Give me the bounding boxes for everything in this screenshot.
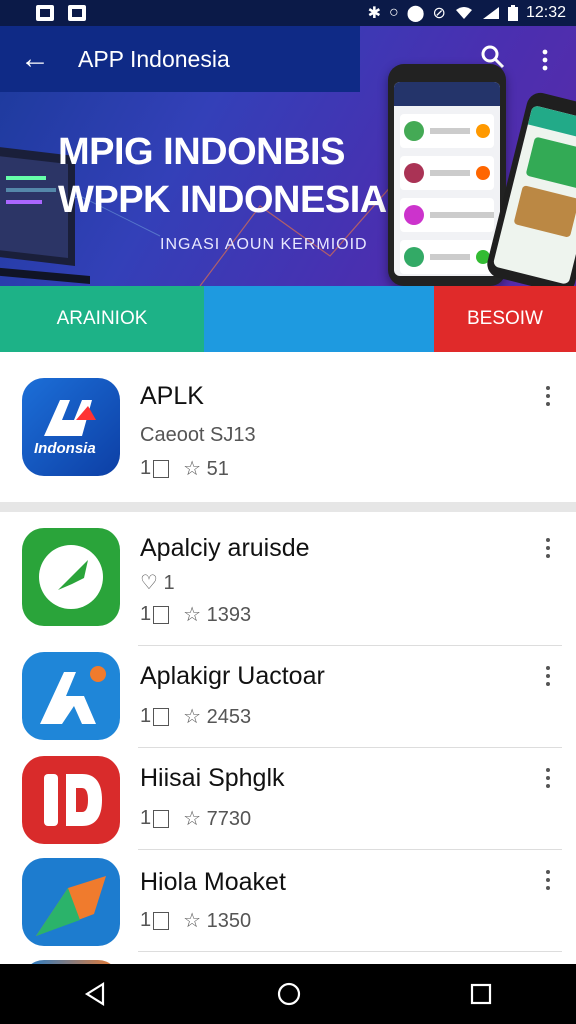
app-extra: ♡ 1 [140,570,175,595]
list-item-partial[interactable] [0,952,576,964]
bluetooth-icon: ✱ [367,5,381,22]
tab-1[interactable]: ARAINIOK [0,286,204,352]
more-options-icon[interactable] [544,870,552,892]
tab-2[interactable] [204,286,434,352]
hero-banner: ← APP Indonesia MPIG INDONBIS WPPK INDON… [0,26,576,286]
category-tabs: ARAINIOK BESOIW [0,286,576,352]
list-item[interactable]: Hiisai Sphglk 1 ☆ 7730 [0,748,576,850]
download-count-text: 1 [140,909,152,931]
download-count-text: 1 [140,705,152,727]
section-divider [0,502,576,512]
app-extra-value: 1 [163,572,175,594]
app-title: Hiola Moaket [140,868,286,896]
featured-app-subtitle: Caeoot SJ13 [140,424,256,446]
recents-square-icon[interactable] [469,982,493,1006]
list-item[interactable]: Aplakigr Uactoar 1 ☆ 2453 [0,646,576,748]
app-stats: 1 ☆ 2453 [140,704,251,729]
more-options-icon[interactable] [544,538,552,560]
app-stats: 1 ☆ 1393 [140,602,251,627]
download-icon [153,605,170,624]
rating-value: 1393 [206,604,252,626]
banner-headline: MPIG INDONBIS WPPK INDONESIA [58,128,387,224]
back-arrow-icon[interactable]: ← [20,44,50,74]
system-nav-bar [0,964,576,1024]
download-icon [153,809,170,828]
download-icon [153,911,170,930]
featured-icon-text: Indonsia [34,440,96,457]
circle-icon: ⬤ [406,5,425,22]
app-icon [22,756,120,844]
featured-app-stats: 1 ☆ 51 [140,456,229,481]
status-bar: ✱ ○ ⬤ ⊘ 12:32 [0,0,576,26]
download-count-text: 1 [140,603,152,625]
market-icon [36,876,106,936]
headline-line-1: MPIG INDONBIS [58,131,345,173]
featured-app-icon: Indonsia [22,378,120,476]
download-count-text: 1 [140,457,152,479]
chat-bubble-icon [39,545,103,609]
more-options-icon[interactable] [544,666,552,688]
rating-value: 7730 [206,808,252,830]
rating: ☆ 51 [183,456,229,481]
featured-app-title: APLK [140,382,204,410]
photo-icon [68,5,86,21]
notification-icon [36,5,54,21]
star-icon: ☆ [183,604,202,626]
download-count-text: 1 [140,807,152,829]
back-triangle-icon[interactable] [83,981,109,1007]
star-icon: ☆ [183,808,202,830]
rating: ☆ 2453 [183,704,251,729]
rating: ☆ 1350 [183,908,251,933]
more-options-icon[interactable] [540,48,550,72]
download-icon [153,459,170,478]
download-icon [153,707,170,726]
app-stats: 1 ☆ 7730 [140,806,251,831]
more-options-icon[interactable] [544,768,552,790]
app-bar-title: APP Indonesia [78,46,230,72]
app-title: Apalciy aruisde [140,534,310,562]
app-title: Aplakigr Uactoar [140,662,325,690]
more-options-icon[interactable] [544,386,552,408]
signal-icon [482,7,499,19]
logo-mark [44,400,96,436]
featured-app-card[interactable]: Indonsia APLK Caeoot SJ13 1 ☆ 51 [0,352,576,502]
app-icon [22,652,120,740]
clock-time: 12:32 [525,4,566,21]
battery-icon [507,5,518,21]
app-title: Hiisai Sphglk [140,764,285,792]
download-count: 1 [140,909,170,932]
app-icon [22,528,120,626]
rating-value: 51 [206,458,229,480]
download-count: 1 [140,807,170,830]
download-count: 1 [140,705,170,728]
tag-icon: ♡ [140,572,158,594]
download-count: 1 [140,457,170,480]
headline-line-2: WPPK INDONESIA [58,179,387,221]
star-icon: ☆ [183,706,202,728]
rating: ☆ 1393 [183,602,251,627]
rating-value: 2453 [206,706,252,728]
star-icon: ☆ [183,458,202,480]
banner-subline: INGASI AOUN KERMIOID [160,236,368,253]
home-circle-icon[interactable] [276,981,302,1007]
phone-screen [394,82,500,276]
app-icon [22,858,120,946]
letter-a-icon [40,666,106,724]
download-count: 1 [140,603,170,626]
letter-d-icon [44,774,102,826]
list-item[interactable]: Apalciy aruisde ♡ 1 1 ☆ 1393 [0,512,576,646]
rating: ☆ 7730 [183,806,251,831]
phone-illustration [388,64,506,286]
wifi-icon [455,7,472,19]
star-icon: ☆ [183,910,202,932]
rating-value: 1350 [206,910,252,932]
app-stats: 1 ☆ 1350 [140,908,251,933]
vibrate-icon: ⊘ [432,5,446,22]
alarm-icon: ○ [388,4,399,21]
tab-3[interactable]: BESOIW [434,286,576,352]
list-item[interactable]: Hiola Moaket 1 ☆ 1350 [0,850,576,952]
